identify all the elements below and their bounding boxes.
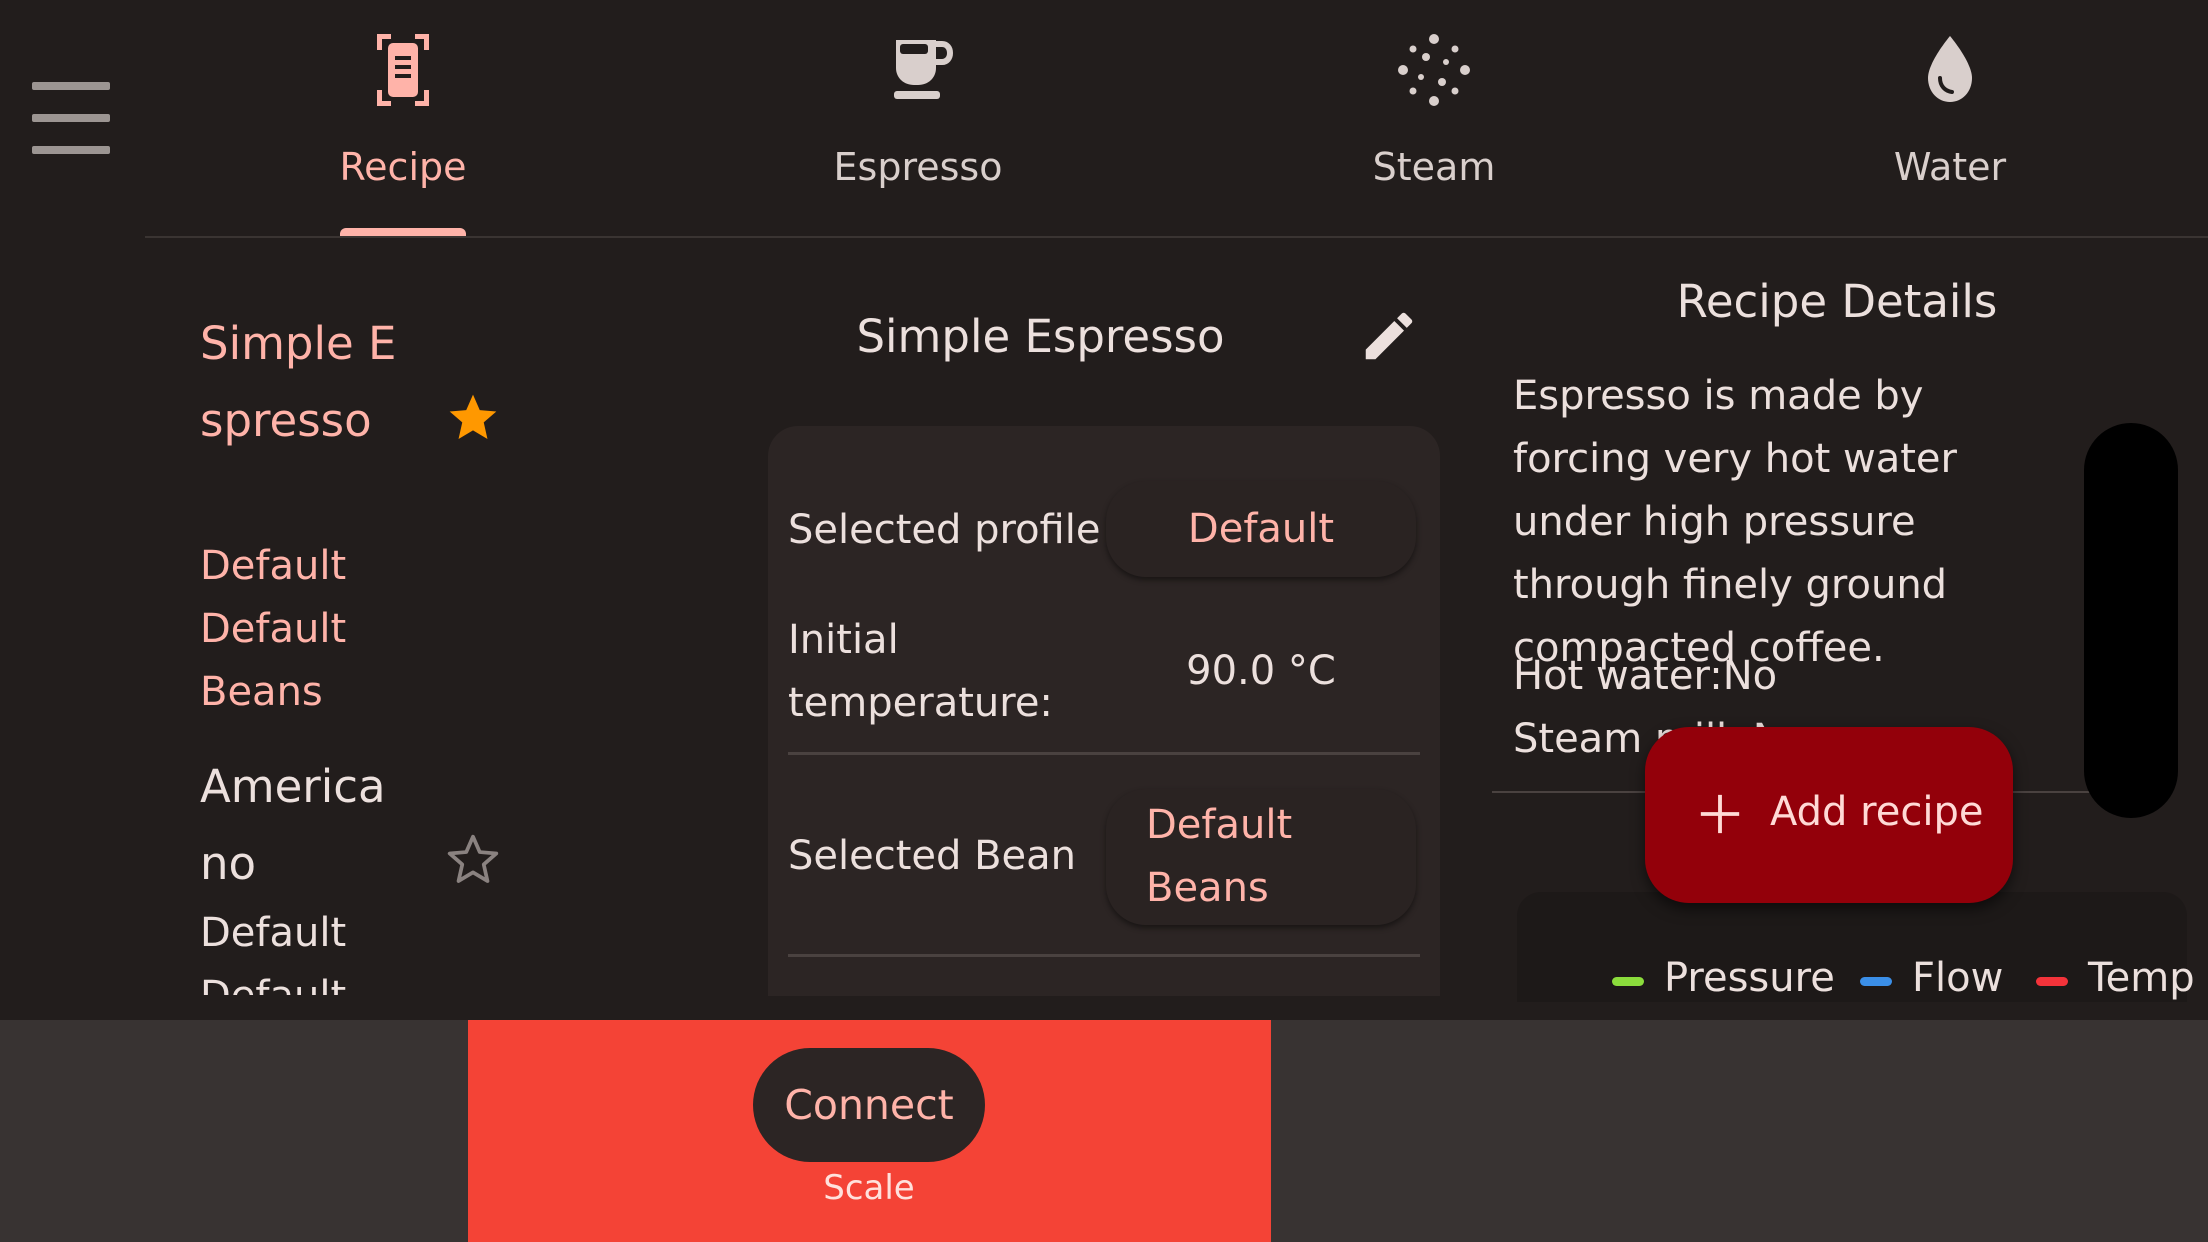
selected-bean-label: Selected Bean bbox=[788, 833, 1077, 879]
initial-temperature-value: 90.0 °C bbox=[1186, 648, 1336, 694]
star-filled-icon[interactable] bbox=[445, 390, 501, 446]
legend-swatch bbox=[1860, 977, 1892, 986]
pencil-icon[interactable] bbox=[1358, 305, 1420, 367]
scale-label: Scale bbox=[823, 1168, 915, 1208]
hamburger-menu-icon bbox=[32, 82, 110, 90]
add-recipe-button[interactable]: Add recipe bbox=[1645, 727, 2013, 903]
legend-swatch bbox=[1612, 977, 1644, 986]
selected-profile-label: Selected profile bbox=[788, 507, 1101, 553]
bean-select-label: Default Beans bbox=[1146, 802, 1293, 911]
initial-temperature-label: Initial temperature: bbox=[788, 617, 1053, 726]
card-divider bbox=[788, 954, 1420, 957]
connect-scale-button[interactable]: Connect bbox=[753, 1048, 985, 1162]
tab-recipe[interactable]: Recipe bbox=[145, 0, 661, 236]
tab-label: Water bbox=[1893, 145, 2007, 189]
recipe-title: Simple Espresso bbox=[856, 310, 1225, 363]
recipe-name: Americano bbox=[200, 760, 386, 890]
recipe-card: Selected profile Default Initial tempera… bbox=[768, 426, 1440, 996]
legend-label: Pressure bbox=[1664, 955, 1835, 1001]
star-outline-icon[interactable] bbox=[445, 832, 501, 888]
card-divider bbox=[788, 752, 1420, 755]
recipe-profile: Default bbox=[200, 910, 347, 956]
steam-icon bbox=[1398, 34, 1470, 106]
recipe-name: Simple Espresso bbox=[200, 317, 397, 447]
plus-icon bbox=[1700, 794, 1740, 834]
details-title: Recipe Details bbox=[1676, 275, 1998, 328]
tab-label: Steam bbox=[1372, 145, 1496, 189]
legend-label: Flow bbox=[1912, 955, 2004, 1001]
scrollbar-thumb[interactable] bbox=[2084, 423, 2178, 818]
legend-swatch bbox=[2036, 977, 2068, 986]
details-description: Espresso is made by forcing very hot wat… bbox=[1513, 365, 2088, 680]
hamburger-menu-icon bbox=[32, 146, 110, 154]
legend-label: Temp bbox=[2088, 955, 2195, 1001]
tab-espresso[interactable]: Espresso bbox=[660, 0, 1176, 236]
profile-select-button[interactable]: Default bbox=[1106, 481, 1416, 577]
coffee-cup-icon bbox=[894, 40, 954, 99]
hot-water-info: Hot water:No bbox=[1513, 653, 1778, 699]
menu-button[interactable] bbox=[30, 82, 114, 154]
tab-divider bbox=[145, 236, 2208, 238]
recipe-bean: Default bbox=[200, 965, 380, 995]
details-description-text: Espresso is made by forcing very hot wat… bbox=[1513, 373, 1957, 671]
tab-label: Recipe bbox=[339, 145, 467, 189]
tab-label: Espresso bbox=[833, 145, 1003, 189]
add-recipe-label: Add recipe bbox=[1770, 789, 1984, 835]
tab-steam[interactable]: Steam bbox=[1176, 0, 1692, 236]
water-drop-icon bbox=[1928, 36, 1972, 102]
hamburger-menu-icon bbox=[32, 114, 110, 122]
tab-water[interactable]: Water bbox=[1692, 0, 2208, 236]
recipe-profile: Default bbox=[200, 543, 347, 589]
recipe-icon bbox=[377, 34, 429, 106]
recipe-bean: Default Beans bbox=[200, 606, 347, 715]
bean-select-button[interactable]: Default Beans bbox=[1106, 789, 1416, 925]
recipe-list[interactable]: Simple Espresso Default Default Beans Am… bbox=[145, 290, 565, 995]
